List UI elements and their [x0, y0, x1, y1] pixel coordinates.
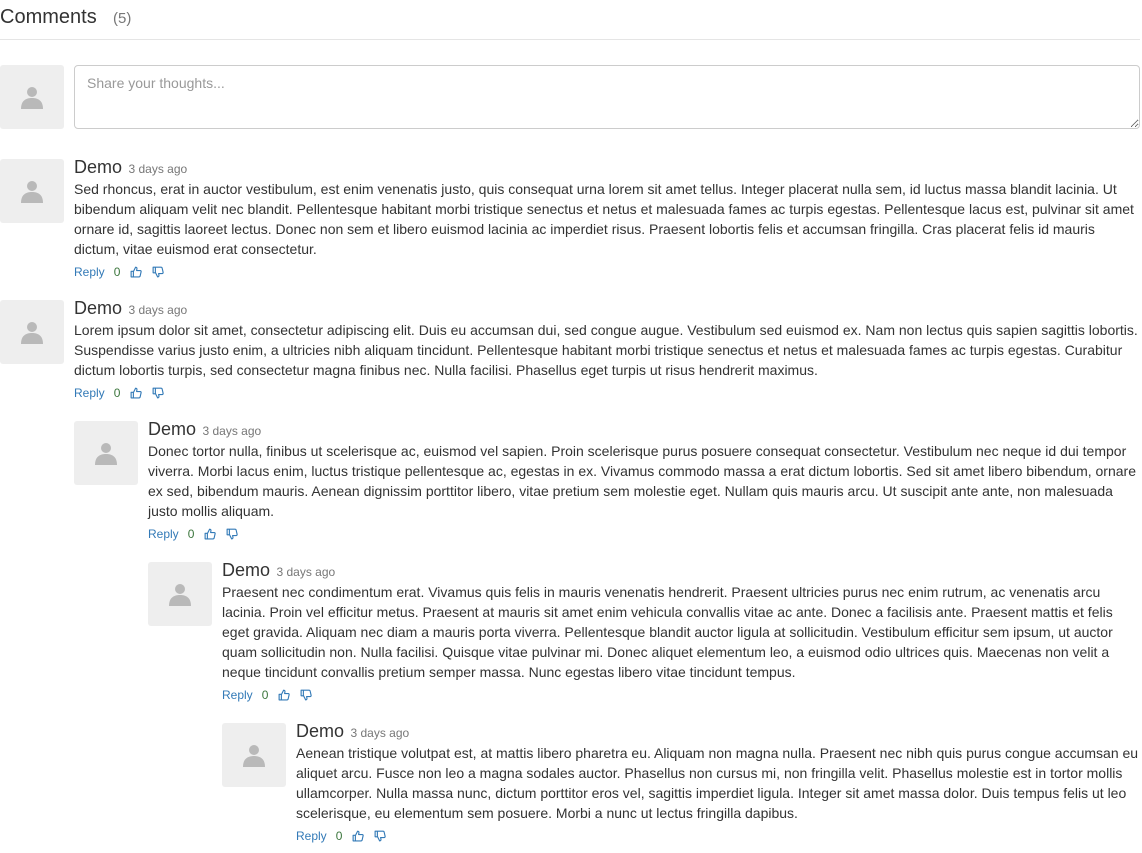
comment-actions: Reply 0 — [74, 383, 1140, 403]
downvote-button[interactable] — [226, 528, 239, 540]
thumbs-up-icon — [130, 387, 143, 399]
avatar — [0, 159, 64, 223]
user-icon — [21, 181, 43, 203]
downvote-button[interactable] — [152, 266, 165, 278]
reply-button[interactable]: Reply — [296, 829, 327, 843]
comment-actions: Reply 0 — [222, 685, 1140, 705]
thumbs-up-icon — [130, 266, 143, 278]
comment-timestamp: 3 days ago — [128, 303, 188, 317]
vote-score: 0 — [187, 527, 195, 541]
comment-actions: Reply 0 — [74, 262, 1140, 282]
comment-text: Donec tortor nulla, finibus ut scelerisq… — [148, 443, 1136, 519]
comment-author: Demo — [148, 419, 197, 439]
thumbs-down-icon — [152, 266, 165, 278]
thumbs-up-icon — [278, 689, 291, 701]
avatar — [74, 421, 138, 485]
comments-count: (5) — [113, 10, 132, 27]
reply-button[interactable]: Reply — [74, 265, 105, 279]
upvote-button[interactable] — [204, 528, 217, 540]
upvote-button[interactable] — [278, 689, 291, 701]
comment-author: Demo — [74, 298, 123, 318]
reply-button[interactable]: Reply — [148, 527, 179, 541]
thumbs-down-icon — [226, 528, 239, 540]
thumbs-down-icon — [300, 689, 313, 701]
avatar — [0, 65, 64, 129]
downvote-button[interactable] — [152, 387, 165, 399]
avatar — [222, 723, 286, 787]
comment-timestamp: 3 days ago — [128, 162, 188, 176]
thumbs-up-icon — [204, 528, 217, 540]
comment-author: Demo — [74, 157, 123, 177]
user-icon — [169, 584, 191, 606]
comment-timestamp: 3 days ago — [350, 726, 410, 740]
comment-input[interactable] — [74, 65, 1140, 129]
comment-timestamp: 3 days ago — [202, 424, 262, 438]
user-icon — [21, 322, 43, 344]
comment-actions: Reply 0 — [148, 524, 1140, 544]
user-icon — [95, 443, 117, 465]
vote-score: 0 — [113, 265, 121, 279]
comment-text: Sed rhoncus, erat in auctor vestibulum, … — [74, 181, 1134, 257]
user-icon — [243, 745, 265, 767]
reply-button[interactable]: Reply — [74, 386, 105, 400]
vote-score: 0 — [335, 829, 343, 843]
thumbs-down-icon — [374, 830, 387, 842]
user-icon — [21, 87, 43, 109]
comment-actions: Reply 0 — [296, 826, 1140, 846]
comment-text: Aenean tristique volutpat est, at mattis… — [296, 745, 1139, 821]
reply-button[interactable]: Reply — [222, 688, 253, 702]
vote-score: 0 — [113, 386, 121, 400]
comments-header: Comments (5) — [0, 0, 1140, 40]
avatar — [148, 562, 212, 626]
thumbs-up-icon — [352, 830, 365, 842]
downvote-button[interactable] — [374, 830, 387, 842]
vote-score: 0 — [261, 688, 269, 702]
avatar — [0, 300, 64, 364]
comment-author: Demo — [222, 560, 271, 580]
thumbs-down-icon — [152, 387, 165, 399]
upvote-button[interactable] — [352, 830, 365, 842]
comment-text: Praesent nec condimentum erat. Vivamus q… — [222, 584, 1113, 680]
comment-author: Demo — [296, 721, 345, 741]
comment-timestamp: 3 days ago — [276, 565, 336, 579]
comments-title: Comments — [0, 6, 97, 28]
comment-text: Lorem ipsum dolor sit amet, consectetur … — [74, 322, 1138, 378]
upvote-button[interactable] — [130, 387, 143, 399]
upvote-button[interactable] — [130, 266, 143, 278]
downvote-button[interactable] — [300, 689, 313, 701]
